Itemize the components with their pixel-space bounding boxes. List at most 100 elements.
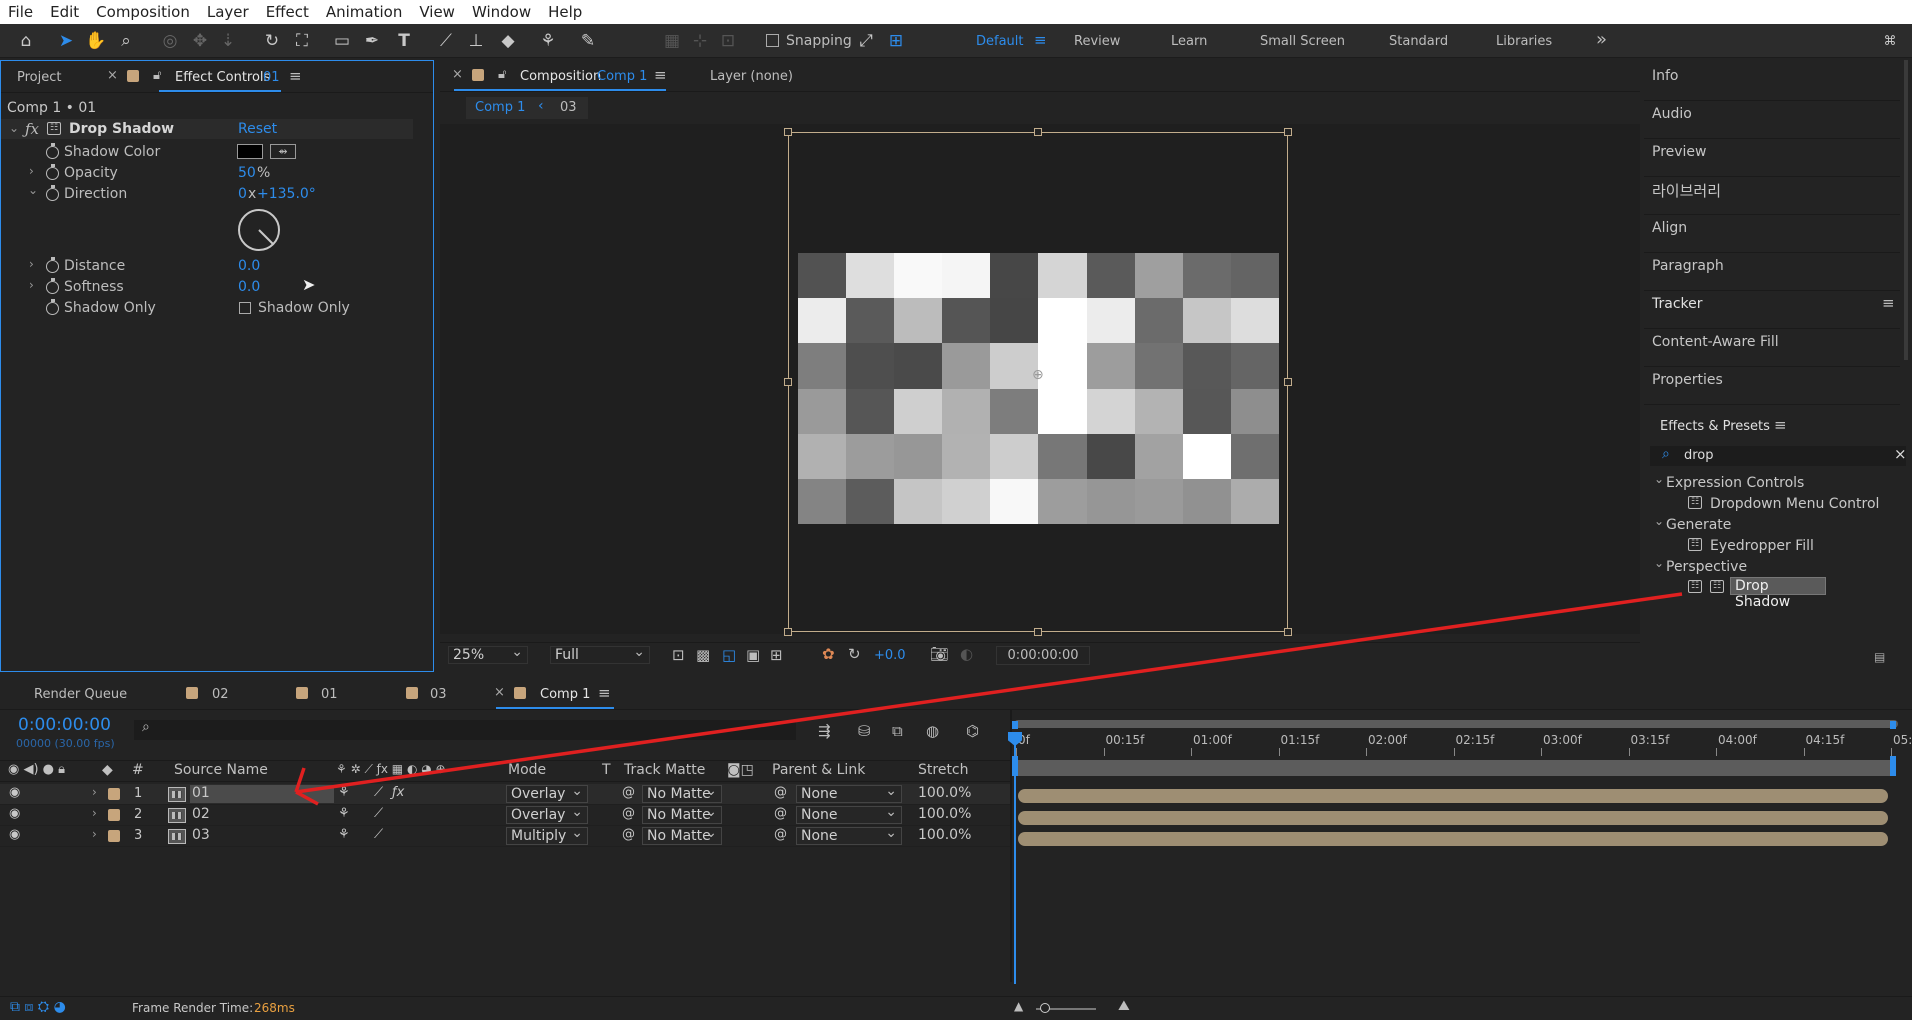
tab-comp-03[interactable]: 03 — [430, 687, 447, 702]
transform-handle[interactable] — [1284, 378, 1292, 386]
panel-preview[interactable]: Preview — [1652, 144, 1707, 160]
snapping-checkbox[interactable] — [766, 34, 779, 47]
workspace-standard[interactable]: Standard — [1389, 34, 1448, 49]
rectangle-tool-icon[interactable]: ▭ — [330, 29, 354, 53]
workspace-learn[interactable]: Learn — [1171, 34, 1207, 49]
timeline-zoom-thumb[interactable] — [1040, 1003, 1050, 1013]
roto-brush-icon[interactable]: ⚘ — [536, 29, 560, 53]
parent-dropdown[interactable]: None — [796, 804, 902, 824]
eye-icon[interactable]: ◉ — [9, 785, 20, 800]
quality-icon[interactable]: ⟋ — [374, 827, 383, 842]
reset-exposure-icon[interactable]: ↻ — [848, 645, 861, 663]
workspace-review[interactable]: Review — [1074, 34, 1120, 49]
axis-local-icon[interactable]: ▦ — [660, 29, 684, 53]
panel-libraries[interactable]: 라이브러리 — [1652, 180, 1721, 201]
chevron-right-icon[interactable]: › — [92, 785, 97, 799]
panel-audio[interactable]: Audio — [1652, 106, 1692, 122]
transform-handle[interactable] — [1034, 628, 1042, 636]
group-perspective[interactable]: Perspective — [1666, 559, 1747, 575]
chevron-right-icon[interactable]: › — [92, 827, 97, 841]
timeline-search-input[interactable] — [134, 720, 796, 740]
parent-pickwhip-icon[interactable]: @ — [774, 827, 787, 842]
shy-icon[interactable]: ⚘ — [338, 827, 350, 842]
motion-blur-icon[interactable]: ◍ — [926, 722, 939, 740]
search-help-icon[interactable]: ⌘ — [1878, 29, 1902, 53]
composition-flowchart-icon[interactable]: ⇶ — [818, 722, 831, 740]
tab-layer[interactable]: Layer (none) — [710, 69, 793, 84]
clone-stamp-icon[interactable]: ⊥ — [464, 29, 488, 53]
lock-icon[interactable]: 🔓︎ — [498, 67, 506, 82]
label-color[interactable] — [108, 788, 120, 800]
nav-comp-03[interactable]: 03 — [560, 100, 577, 115]
time-navigator[interactable] — [1014, 720, 1898, 728]
navigator-start-handle[interactable] — [1012, 721, 1018, 729]
layer-bar-3[interactable] — [1018, 832, 1888, 846]
opacity-value[interactable]: 50 — [238, 165, 256, 181]
close-icon[interactable]: × — [452, 67, 463, 82]
chevron-down-icon[interactable]: ⌄ — [1654, 556, 1664, 570]
effect-eyedropper-fill[interactable]: Eyedropper Fill — [1710, 538, 1814, 554]
exposure-value[interactable]: +0.0 — [874, 648, 906, 663]
tab-effect-controls[interactable]: Effect Controls — [175, 70, 270, 85]
zoom-tool-icon[interactable]: ⌕ — [114, 29, 138, 53]
puppet-pin-icon[interactable]: ✎ — [576, 29, 600, 53]
track-matte-pickwhip-icon[interactable]: @ — [622, 827, 635, 842]
transform-handle[interactable] — [784, 128, 792, 136]
mode-dropdown[interactable]: Multiply — [506, 825, 588, 845]
rotate-tool-icon[interactable]: ↻ — [260, 29, 284, 53]
pan-behind-icon[interactable]: ⛶ — [290, 29, 314, 53]
group-expression-controls[interactable]: Expression Controls — [1666, 475, 1804, 491]
direction-dial[interactable] — [237, 208, 281, 252]
navigator-end-handle[interactable] — [1890, 721, 1896, 729]
group-generate[interactable]: Generate — [1666, 517, 1731, 533]
close-icon[interactable]: × — [107, 68, 118, 83]
panel-info[interactable]: Info — [1652, 68, 1679, 84]
selection-tool-icon[interactable]: ➤ — [54, 29, 78, 53]
close-icon[interactable]: × — [494, 685, 505, 700]
stopwatch-icon[interactable] — [46, 298, 59, 315]
panel-tracker[interactable]: Tracker — [1652, 296, 1703, 312]
channel-icon[interactable]: ✿ — [822, 645, 835, 663]
menu-help[interactable]: Help — [548, 3, 582, 21]
track-matte-pickwhip-icon[interactable]: @ — [622, 785, 635, 800]
panel-properties[interactable]: Properties — [1652, 372, 1723, 388]
stretch-value[interactable]: 100.0% — [918, 785, 971, 801]
menu-composition[interactable]: Composition — [96, 3, 190, 21]
transform-handle[interactable] — [784, 378, 792, 386]
tab-comp-01[interactable]: 01 — [321, 687, 338, 702]
timeline-divider[interactable] — [1010, 710, 1012, 982]
snap-target-icon[interactable]: ⊞ — [884, 29, 908, 53]
region-of-interest-icon[interactable]: ▣ — [746, 646, 760, 664]
shy-icon[interactable]: ⚘ — [338, 785, 350, 800]
zoom-out-icon[interactable]: ▲ — [1014, 999, 1023, 1013]
snapshot-icon[interactable]: 📷︎ — [930, 645, 949, 663]
shadow-color-swatch[interactable] — [237, 144, 263, 159]
playhead-line[interactable] — [1014, 734, 1016, 984]
tab-render-queue[interactable]: Render Queue — [34, 687, 127, 702]
chevron-right-icon[interactable]: › — [29, 257, 34, 271]
stretch-value[interactable]: 100.0% — [918, 827, 971, 843]
label-color[interactable] — [108, 830, 120, 842]
direction-revolutions[interactable]: 0 — [238, 186, 247, 202]
workspace-menu-icon[interactable]: ≡ — [1034, 31, 1047, 49]
parent-pickwhip-icon[interactable]: @ — [774, 785, 787, 800]
panel-paragraph[interactable]: Paragraph — [1652, 258, 1724, 274]
chevron-right-icon[interactable]: › — [29, 278, 34, 292]
tab-comp-name[interactable]: Comp 1 — [597, 69, 647, 84]
tab-comp-1[interactable]: Comp 1 — [540, 687, 590, 702]
shy-icon[interactable]: ⚘ — [338, 806, 350, 821]
label-color[interactable] — [108, 809, 120, 821]
menu-file[interactable]: File — [8, 3, 33, 21]
panel-menu-icon[interactable]: ≡ — [1774, 416, 1787, 434]
show-snapshot-icon[interactable]: ◐ — [960, 645, 973, 663]
header-source-name[interactable]: Source Name — [174, 762, 268, 778]
stopwatch-icon[interactable] — [46, 256, 59, 273]
panel-content-aware-fill[interactable]: Content-Aware Fill — [1652, 334, 1779, 350]
layer-bar-2[interactable] — [1018, 811, 1888, 825]
panel-menu-icon[interactable]: ≡ — [1882, 294, 1895, 312]
nav-comp-1[interactable]: Comp 1 — [475, 100, 525, 115]
grid-guides-icon[interactable]: ⊞ — [770, 646, 783, 664]
quality-icon[interactable]: ⟋ — [374, 785, 383, 800]
panel-menu-icon[interactable]: ≡ — [598, 684, 611, 702]
layer-name[interactable]: 03 — [190, 827, 334, 845]
